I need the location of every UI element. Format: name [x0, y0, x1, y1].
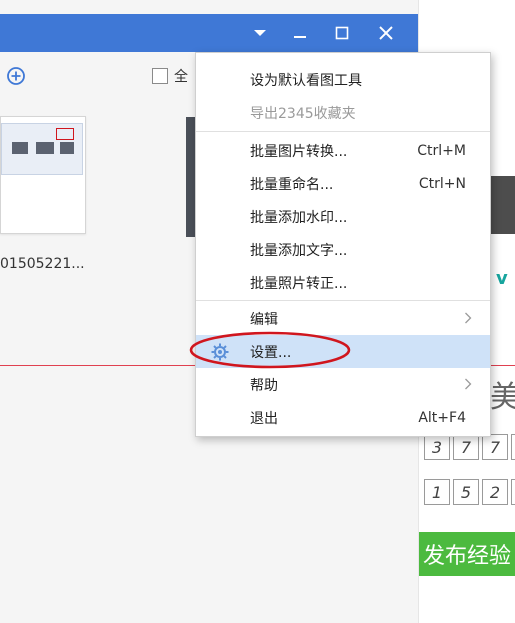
menu-item-batch-add-text[interactable]: 批量添加文字... — [196, 233, 490, 266]
grid-cell: 7 — [453, 434, 479, 460]
menu-item-batch-convert[interactable]: 批量图片转换... Ctrl+M — [196, 134, 490, 167]
maximize-icon[interactable] — [322, 14, 362, 52]
publish-button[interactable]: 发布经验 — [419, 532, 515, 576]
minimize-icon[interactable] — [280, 14, 320, 52]
menu-item-label: 批量添加文字... — [250, 242, 348, 259]
menu-item-batch-rotate[interactable]: 批量照片转正... — [196, 266, 490, 299]
menu-item-label: 导出2345收藏夹 — [250, 105, 356, 122]
thumbnail-red-box — [56, 128, 74, 140]
menu-item-label: 编辑 — [250, 311, 278, 328]
menu-item-batch-rename[interactable]: 批量重命名... Ctrl+N — [196, 167, 490, 200]
menu-item-shortcut: Ctrl+N — [418, 175, 466, 192]
select-all-label: 全 — [174, 69, 188, 85]
thumbnail-detail — [36, 142, 54, 154]
grid-cell: 2 — [482, 479, 508, 505]
menu-item-settings[interactable]: 设置... — [196, 335, 490, 368]
chevron-down-icon[interactable] — [240, 14, 280, 52]
thumbnail-caption: 01505221... — [0, 256, 85, 272]
menu-item-export-favorites: 导出2345收藏夹 — [196, 96, 490, 129]
menu-item-set-default-viewer[interactable]: 设为默认看图工具 — [196, 63, 490, 96]
background-image-block — [488, 176, 515, 234]
menu-item-label: 设置... — [250, 344, 292, 361]
menu-separator — [196, 300, 490, 301]
thumbnail-detail — [60, 142, 74, 154]
gear-icon — [210, 342, 230, 366]
chevron-right-icon — [464, 312, 472, 328]
menu-item-shortcut: Alt+F4 — [418, 409, 466, 426]
plus-circle-icon[interactable] — [6, 66, 26, 90]
menu-item-exit[interactable]: 退出 Alt+F4 — [196, 401, 490, 434]
grid-cell: 1 — [424, 479, 450, 505]
background-teal-glyph: v — [496, 268, 508, 289]
chevron-right-icon — [464, 378, 472, 394]
title-bar — [0, 14, 418, 52]
checkbox-box[interactable] — [152, 68, 168, 84]
background-calligraphy-char: 美 — [490, 380, 515, 415]
image-thumbnail[interactable] — [0, 116, 86, 234]
menu-item-shortcut: Ctrl+M — [417, 142, 466, 159]
menu-item-label: 帮助 — [250, 377, 278, 394]
select-all-checkbox[interactable]: 全 — [152, 66, 188, 86]
grid-cell: 3 — [511, 479, 515, 505]
background-cell-row-2: 1 5 2 3 — [424, 479, 515, 505]
menu-item-label: 批量照片转正... — [250, 275, 348, 292]
menu-item-label: 批量重命名... — [250, 176, 334, 193]
menu-item-help[interactable]: 帮助 — [196, 368, 490, 401]
menu-item-label: 批量添加水印... — [250, 209, 348, 226]
menu-item-label: 设为默认看图工具 — [250, 72, 362, 89]
menu-item-label: 退出 — [250, 410, 278, 427]
menu-separator — [196, 131, 490, 132]
menu-item-label: 批量图片转换... — [250, 143, 348, 160]
main-dropdown-menu: 设为默认看图工具 导出2345收藏夹 批量图片转换... Ctrl+M 批量重命… — [195, 52, 491, 437]
menu-item-batch-watermark[interactable]: 批量添加水印... — [196, 200, 490, 233]
grid-cell: 5 — [453, 479, 479, 505]
menu-item-edit[interactable]: 编辑 — [196, 302, 490, 335]
thumbnail-detail — [12, 142, 28, 154]
close-icon[interactable] — [366, 14, 406, 52]
grid-cell: 3 — [424, 434, 450, 460]
grid-cell: 7 — [482, 434, 508, 460]
grid-cell: 8 — [511, 434, 515, 460]
background-cell-row-1: 3 7 7 8 — [424, 434, 515, 460]
thumbnail-image — [1, 123, 83, 175]
